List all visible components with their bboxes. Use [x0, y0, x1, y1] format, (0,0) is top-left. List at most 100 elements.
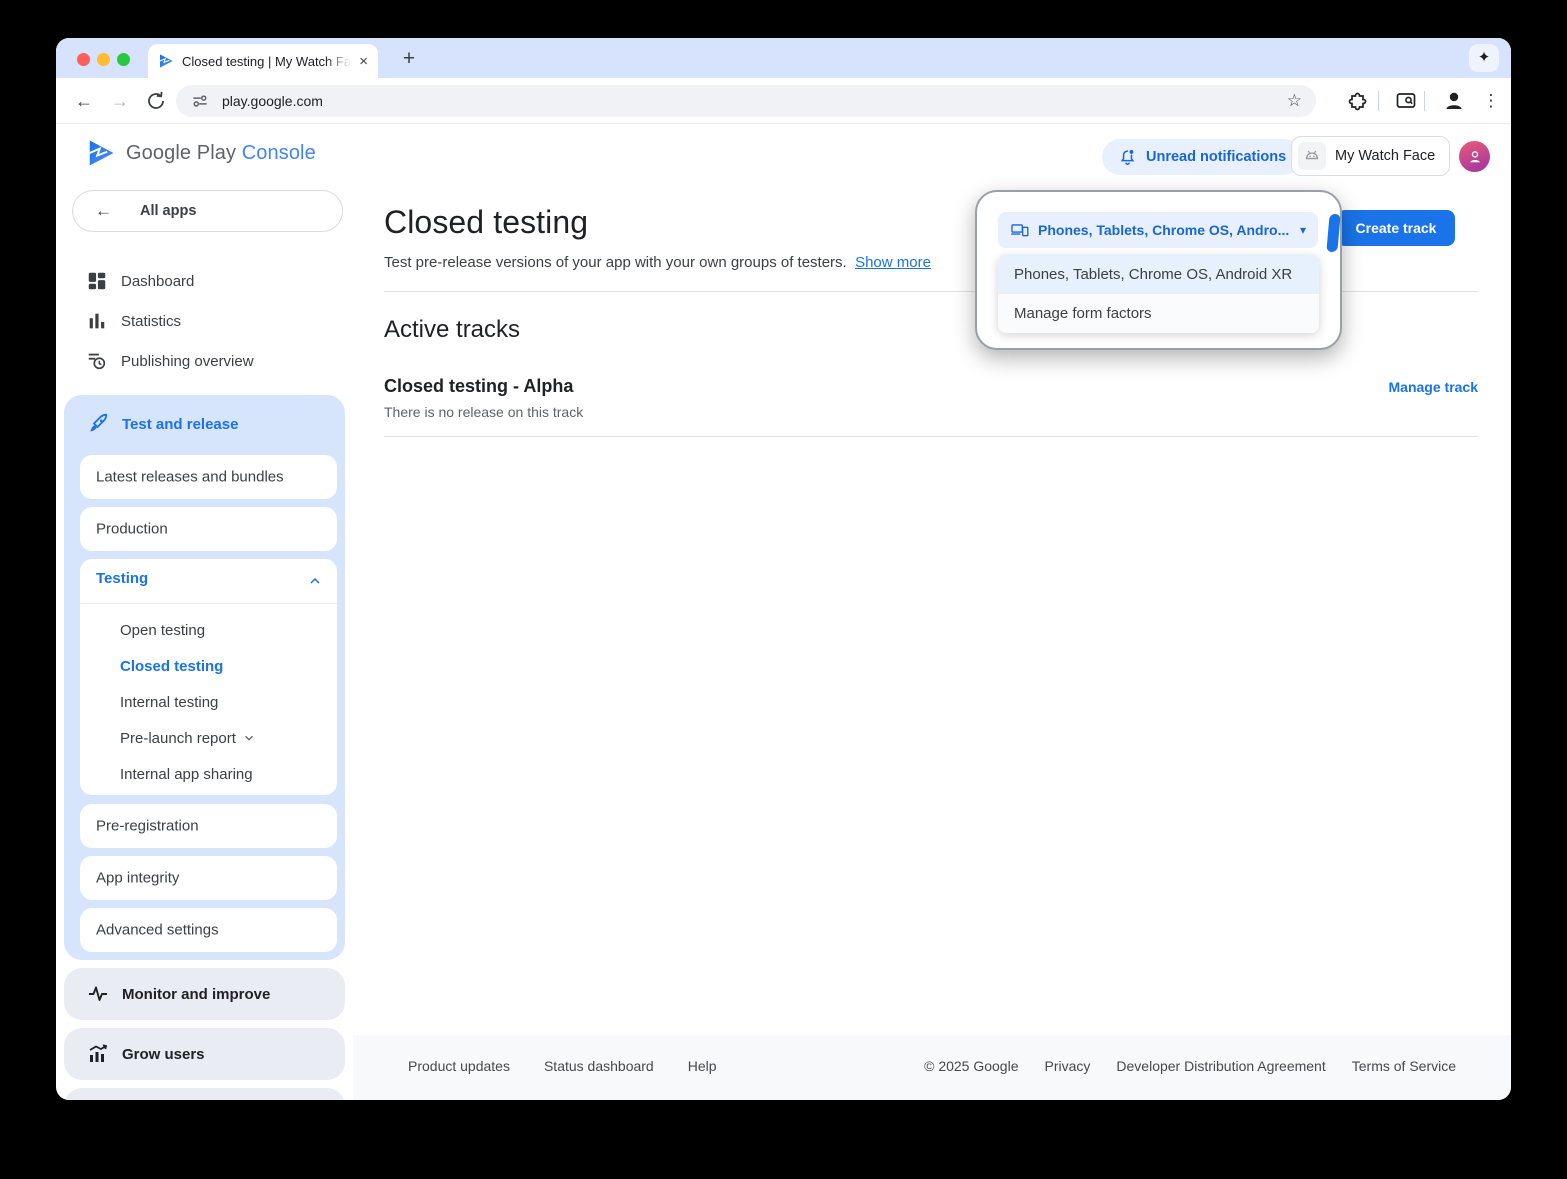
close-window-button[interactable]	[77, 53, 90, 66]
play-logo-icon	[86, 138, 116, 168]
page-footer: Product updates Status dashboard Help © …	[353, 1035, 1511, 1100]
footer-link-dda[interactable]: Developer Distribution Agreement	[1116, 1058, 1325, 1074]
sidebar-card-testing: Testing Open testing Closed testing Inte…	[80, 559, 337, 795]
show-more-link[interactable]: Show more	[855, 254, 931, 271]
menu-item-manage-form-factors[interactable]: Manage form factors	[998, 294, 1319, 333]
app-selector-button[interactable]: My Watch Face	[1291, 136, 1450, 176]
track-status: There is no release on this track	[384, 404, 583, 420]
brand-primary: Google Play	[126, 142, 236, 164]
dropdown-arrow-icon: ▾	[1300, 223, 1306, 237]
form-factor-chip[interactable]: Phones, Tablets, Chrome OS, Andro... ▾	[998, 212, 1318, 248]
growth-chart-icon	[86, 1042, 110, 1066]
minimize-window-button[interactable]	[97, 53, 110, 66]
tab-close-icon[interactable]: ×	[359, 53, 368, 70]
url-text: play.google.com	[222, 93, 1287, 109]
sidebar-item-pre-launch-report[interactable]: Pre-launch report	[120, 726, 256, 750]
sidebar-item-internal-app-sharing[interactable]: Internal app sharing	[120, 762, 253, 786]
dashboard-icon	[86, 270, 108, 292]
menu-overflow-icon[interactable]: ⋮	[1478, 88, 1504, 114]
account-avatar[interactable]	[1459, 141, 1490, 172]
sidebar-item-grow-users[interactable]: Grow users	[64, 1028, 345, 1080]
section-label: Test and release	[122, 416, 238, 433]
forward-button[interactable]: →	[107, 88, 133, 114]
sidebar-card-pre-registration[interactable]: Pre-registration	[80, 804, 337, 848]
play-console-logo[interactable]: Google Play Console	[86, 138, 316, 168]
chevron-down-icon	[242, 731, 256, 745]
sidebar-card-latest-releases[interactable]: Latest releases and bundles	[80, 455, 337, 499]
chip-label: Phones, Tablets, Chrome OS, Andro...	[1038, 222, 1291, 238]
tab-strip: Closed testing | My Watch Fac × + ✦	[56, 38, 1511, 78]
sidebar-item-dashboard[interactable]: Dashboard	[56, 261, 345, 301]
footer-link-help[interactable]: Help	[688, 1058, 717, 1074]
footer-copyright: © 2025 Google	[924, 1058, 1018, 1074]
toolbar-separator	[1424, 91, 1425, 111]
chevron-up-icon[interactable]	[307, 573, 323, 589]
maximize-window-button[interactable]	[117, 53, 130, 66]
sidebar-card-production[interactable]: Production	[80, 507, 337, 551]
page-subtitle: Test pre-release versions of your app wi…	[384, 254, 931, 271]
sidebar-card-advanced-settings[interactable]: Advanced settings	[80, 908, 337, 952]
card-label: Advanced settings	[96, 922, 219, 939]
android-app-icon	[1298, 142, 1326, 170]
toolbar-separator	[1378, 91, 1379, 111]
site-settings-icon[interactable]	[190, 91, 210, 111]
card-label: Pre-registration	[96, 818, 199, 835]
card-label: Production	[96, 521, 168, 538]
avatar-person-icon	[1466, 148, 1484, 166]
app-name: My Watch Face	[1335, 148, 1435, 164]
sidebar-card-app-integrity[interactable]: App integrity	[80, 856, 337, 900]
form-factor-menu: Phones, Tablets, Chrome OS, Android XR M…	[998, 255, 1319, 333]
sidebar-item-test-and-release[interactable]: Test and release	[64, 404, 345, 444]
sidebar-item-open-testing[interactable]: Open testing	[120, 618, 205, 642]
browser-window: Closed testing | My Watch Fac × + ✦ ← → …	[56, 38, 1511, 1100]
side-panel-search-icon[interactable]	[1394, 89, 1418, 113]
rocket-icon	[86, 412, 110, 436]
page-title: Closed testing	[384, 204, 588, 241]
play-console-favicon	[158, 53, 174, 69]
footer-link-privacy[interactable]: Privacy	[1045, 1058, 1091, 1074]
testing-header[interactable]: Testing	[96, 570, 148, 587]
unread-notifications-button[interactable]: Unread notifications	[1102, 139, 1302, 175]
sidebar-item-publishing-overview[interactable]: Publishing overview	[56, 341, 345, 381]
tab-title: Closed testing | My Watch Fac	[182, 54, 351, 69]
create-track-button[interactable]: Create track	[1337, 210, 1455, 246]
back-button[interactable]: ←	[71, 88, 97, 114]
bell-icon	[1118, 148, 1137, 167]
all-apps-button[interactable]: ← All apps	[72, 190, 343, 232]
sidebar-item-label: Dashboard	[121, 273, 194, 290]
clipped-section-icon	[86, 1096, 110, 1100]
footer-link-product-updates[interactable]: Product updates	[408, 1058, 510, 1074]
brand-secondary: Console	[242, 142, 316, 164]
sidebar-item-label: Publishing overview	[121, 353, 254, 370]
card-label: Latest releases and bundles	[96, 469, 284, 486]
create-track-edge	[1326, 214, 1340, 252]
sidebar-item-monitor-and-improve[interactable]: Monitor and improve	[64, 968, 345, 1020]
extensions-icon[interactable]	[1346, 89, 1370, 113]
content-divider	[384, 436, 1478, 437]
new-tab-button[interactable]: +	[394, 45, 424, 75]
footer-link-status-dashboard[interactable]: Status dashboard	[544, 1058, 654, 1074]
footer-link-tos[interactable]: Terms of Service	[1352, 1058, 1456, 1074]
browser-tab[interactable]: Closed testing | My Watch Fac ×	[148, 44, 378, 78]
profile-icon[interactable]	[1442, 89, 1466, 113]
sidebar-item-closed-testing[interactable]: Closed testing	[120, 654, 223, 678]
back-arrow-icon: ←	[95, 201, 112, 221]
card-divider	[80, 603, 337, 604]
publishing-overview-icon	[86, 350, 108, 372]
section-label: Monitor and improve	[122, 986, 270, 1003]
active-tracks-heading: Active tracks	[384, 316, 520, 344]
url-bar[interactable]: play.google.com ☆	[176, 85, 1316, 117]
reload-icon[interactable]	[144, 89, 168, 113]
statistics-icon	[86, 310, 108, 332]
sidebar-item-internal-testing[interactable]: Internal testing	[120, 690, 218, 714]
browser-toolbar: ← → play.google.com ☆	[56, 78, 1511, 124]
all-apps-label: All apps	[140, 203, 196, 219]
bookmark-star-icon[interactable]: ☆	[1287, 91, 1302, 111]
sidebar-item-partial[interactable]	[64, 1088, 345, 1100]
manage-track-link[interactable]: Manage track	[1389, 379, 1478, 395]
section-label: Grow users	[122, 1046, 205, 1063]
sparkle-icon[interactable]: ✦	[1469, 44, 1499, 72]
menu-item-phones-tablets[interactable]: Phones, Tablets, Chrome OS, Android XR	[998, 255, 1319, 294]
sidebar-item-statistics[interactable]: Statistics	[56, 301, 345, 341]
sidebar-item-label: Statistics	[121, 313, 181, 330]
